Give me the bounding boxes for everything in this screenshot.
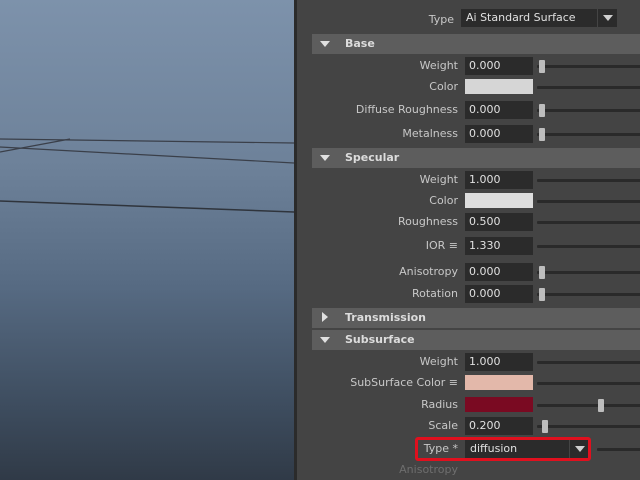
specular-weight-field[interactable]: 1.000	[465, 171, 533, 189]
ior-field[interactable]: 1.330	[465, 237, 533, 255]
specular-anisotropy-slider[interactable]	[537, 271, 640, 274]
specular-anisotropy-label: Anisotropy	[399, 265, 458, 278]
specular-color-row: Color	[297, 190, 640, 212]
shader-type-dropdown[interactable]: Ai Standard Surface	[461, 9, 617, 27]
section-header-transmission[interactable]: Transmission	[312, 308, 640, 328]
section-title-subsurface: Subsurface	[345, 333, 415, 346]
ior-row: IOR ≡ 1.330	[297, 235, 640, 257]
subsurface-anisotropy-label: Anisotropy	[399, 463, 458, 476]
specular-weight-row: Weight 1.000	[297, 169, 640, 191]
section-header-base[interactable]: Base	[312, 34, 640, 54]
collapse-triangle-icon	[320, 337, 330, 343]
base-weight-slider-handle[interactable]	[539, 60, 545, 73]
diffuse-roughness-field[interactable]: 0.000	[465, 101, 533, 119]
specular-weight-slider[interactable]	[537, 179, 640, 182]
rotation-field[interactable]: 0.000	[465, 285, 533, 303]
base-color-label: Color	[429, 80, 458, 93]
base-weight-field[interactable]: 0.000	[465, 57, 533, 75]
subsurface-color-label: SubSurface Color ≡	[350, 376, 458, 389]
subsurface-weight-slider[interactable]	[537, 361, 640, 364]
rotation-slider-handle[interactable]	[539, 288, 545, 301]
specular-roughness-slider[interactable]	[537, 221, 640, 224]
base-color-swatch[interactable]	[465, 79, 533, 94]
expand-triangle-icon	[322, 312, 328, 322]
metalness-slider-handle[interactable]	[539, 128, 545, 141]
specular-roughness-label: Roughness	[397, 215, 458, 228]
diffuse-roughness-label: Diffuse Roughness	[355, 103, 458, 116]
highlight-box	[415, 437, 591, 461]
diffuse-roughness-slider-handle[interactable]	[539, 104, 545, 117]
metalness-field[interactable]: 0.000	[465, 125, 533, 143]
specular-weight-label: Weight	[419, 173, 458, 186]
rotation-slider[interactable]	[537, 293, 640, 296]
scale-field[interactable]: 0.200	[465, 417, 533, 435]
specular-anisotropy-slider-handle[interactable]	[539, 266, 545, 279]
scale-label: Scale	[428, 419, 458, 432]
rotation-row: Rotation 0.000	[297, 283, 640, 305]
subsurface-anisotropy-row: Anisotropy	[297, 459, 640, 480]
subsurface-color-row: SubSurface Color ≡	[297, 372, 640, 394]
subsurface-weight-field[interactable]: 1.000	[465, 353, 533, 371]
viewport-3d[interactable]	[0, 0, 294, 480]
metalness-slider[interactable]	[537, 133, 640, 136]
ior-slider[interactable]	[537, 245, 640, 248]
diffuse-roughness-row: Diffuse Roughness 0.000	[297, 99, 640, 121]
specular-color-label: Color	[429, 194, 458, 207]
base-weight-label: Weight	[419, 59, 458, 72]
collapse-triangle-icon	[320, 155, 330, 161]
attribute-editor-panel: Type Ai Standard Surface Base Weight 0.0…	[297, 0, 640, 480]
section-title-transmission: Transmission	[345, 311, 427, 324]
radius-slider[interactable]	[537, 404, 640, 407]
base-color-row: Color	[297, 76, 640, 98]
section-header-specular[interactable]: Specular	[312, 148, 640, 168]
subsurface-color-slider[interactable]	[537, 382, 640, 385]
radius-row: Radius	[297, 394, 640, 416]
ior-label: IOR ≡	[425, 239, 458, 252]
specular-color-swatch[interactable]	[465, 193, 533, 208]
subsurface-weight-label: Weight	[419, 355, 458, 368]
chevron-down-icon	[597, 9, 617, 27]
metalness-label: Metalness	[402, 127, 458, 140]
rotation-label: Rotation	[411, 287, 458, 300]
shader-type-value: Ai Standard Surface	[466, 11, 576, 24]
base-weight-slider[interactable]	[537, 65, 640, 68]
subsurface-color-swatch[interactable]	[465, 375, 533, 390]
viewport-grid-lines	[0, 138, 294, 213]
radius-color-swatch[interactable]	[465, 397, 533, 412]
base-color-slider[interactable]	[537, 86, 640, 89]
scale-row: Scale 0.200	[297, 415, 640, 437]
subsurface-type-track	[597, 448, 640, 451]
metalness-row: Metalness 0.000	[297, 123, 640, 145]
section-title-specular: Specular	[345, 151, 400, 164]
type-label: Type	[428, 13, 454, 26]
section-title-base: Base	[345, 37, 375, 50]
base-weight-row: Weight 0.000	[297, 55, 640, 77]
diffuse-roughness-slider[interactable]	[537, 109, 640, 112]
section-header-subsurface[interactable]: Subsurface	[312, 330, 640, 350]
specular-anisotropy-field[interactable]: 0.000	[465, 263, 533, 281]
radius-slider-handle[interactable]	[598, 399, 604, 412]
specular-color-slider[interactable]	[537, 200, 640, 203]
specular-roughness-field[interactable]: 0.500	[465, 213, 533, 231]
radius-label: Radius	[421, 398, 458, 411]
type-row: Type Ai Standard Surface	[297, 9, 640, 31]
collapse-triangle-icon	[320, 41, 330, 47]
scale-slider[interactable]	[537, 425, 640, 428]
scale-slider-handle[interactable]	[542, 420, 548, 433]
specular-anisotropy-row: Anisotropy 0.000	[297, 261, 640, 283]
subsurface-weight-row: Weight 1.000	[297, 351, 640, 373]
specular-roughness-row: Roughness 0.500	[297, 211, 640, 233]
